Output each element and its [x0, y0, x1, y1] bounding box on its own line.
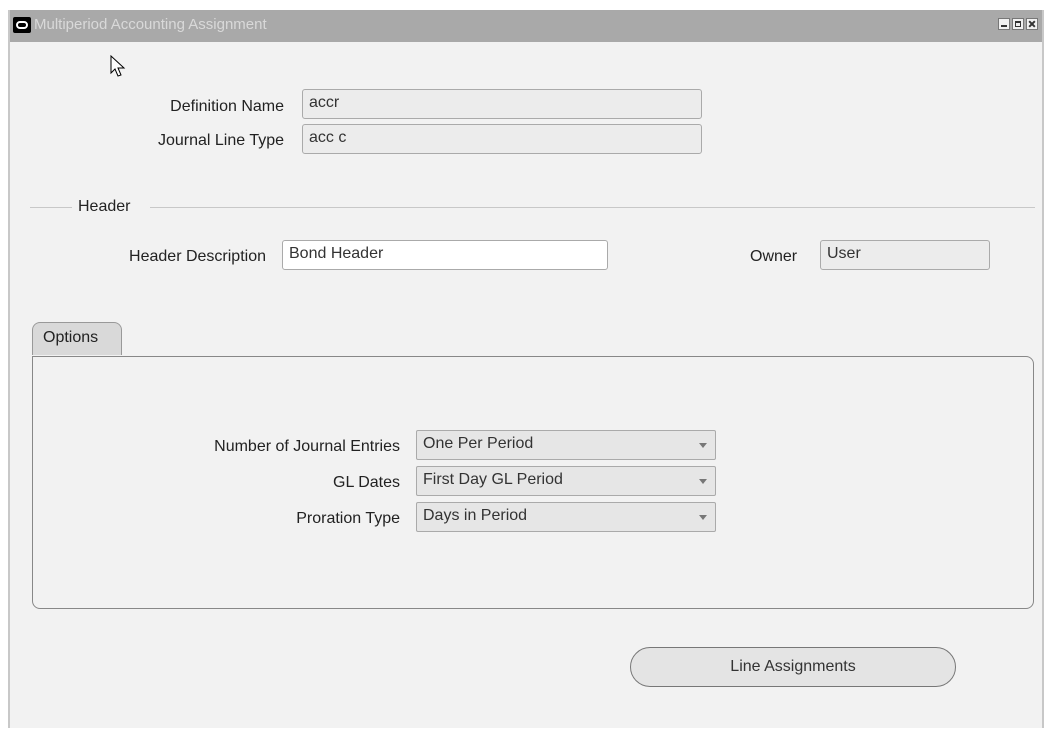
window-controls: [998, 18, 1038, 30]
owner-label: Owner: [750, 248, 798, 265]
minimize-icon[interactable]: [998, 18, 1010, 30]
journal-entries-label: Number of Journal Entries: [214, 438, 400, 455]
dropdown-arrow-icon[interactable]: [699, 443, 707, 448]
title-bar[interactable]: Multiperiod Accounting Assignment: [10, 10, 1042, 42]
dropdown-arrow-icon[interactable]: [699, 479, 707, 484]
close-icon[interactable]: [1026, 18, 1038, 30]
oracle-app-icon[interactable]: [13, 17, 31, 33]
journal-entries-value: One Per Period: [423, 435, 534, 452]
definition-name-label: Definition Name: [170, 98, 284, 115]
gl-dates-select[interactable]: First Day GL Period: [416, 466, 716, 496]
dropdown-arrow-icon[interactable]: [699, 515, 707, 520]
header-rule-left: [30, 207, 72, 208]
tab-options[interactable]: Options: [32, 322, 122, 355]
proration-type-label: Proration Type: [296, 510, 400, 527]
header-description-field[interactable]: Bond Header: [282, 240, 608, 270]
header-rule-right: [150, 207, 1035, 208]
owner-field[interactable]: User: [820, 240, 990, 270]
proration-type-select[interactable]: Days in Period: [416, 502, 716, 532]
line-assignments-button[interactable]: Line Assignments: [630, 647, 956, 687]
journal-line-type-label: Journal Line Type: [157, 132, 284, 149]
journal-line-type-field[interactable]: acc c: [302, 124, 702, 154]
maximize-icon[interactable]: [1012, 18, 1024, 30]
proration-type-value: Days in Period: [423, 507, 528, 524]
multiperiod-accounting-window: Multiperiod Accounting Assignment Defini…: [8, 10, 1044, 728]
gl-dates-label: GL Dates: [333, 474, 400, 491]
gl-dates-value: First Day GL Period: [423, 471, 563, 488]
definition-name-field[interactable]: accr: [302, 89, 702, 119]
header-description-label: Header Description: [129, 248, 266, 265]
window-title: Multiperiod Accounting Assignment: [34, 16, 267, 33]
header-section-title: Header: [78, 198, 131, 215]
mouse-cursor-icon: [110, 55, 126, 77]
journal-entries-select[interactable]: One Per Period: [416, 430, 716, 460]
